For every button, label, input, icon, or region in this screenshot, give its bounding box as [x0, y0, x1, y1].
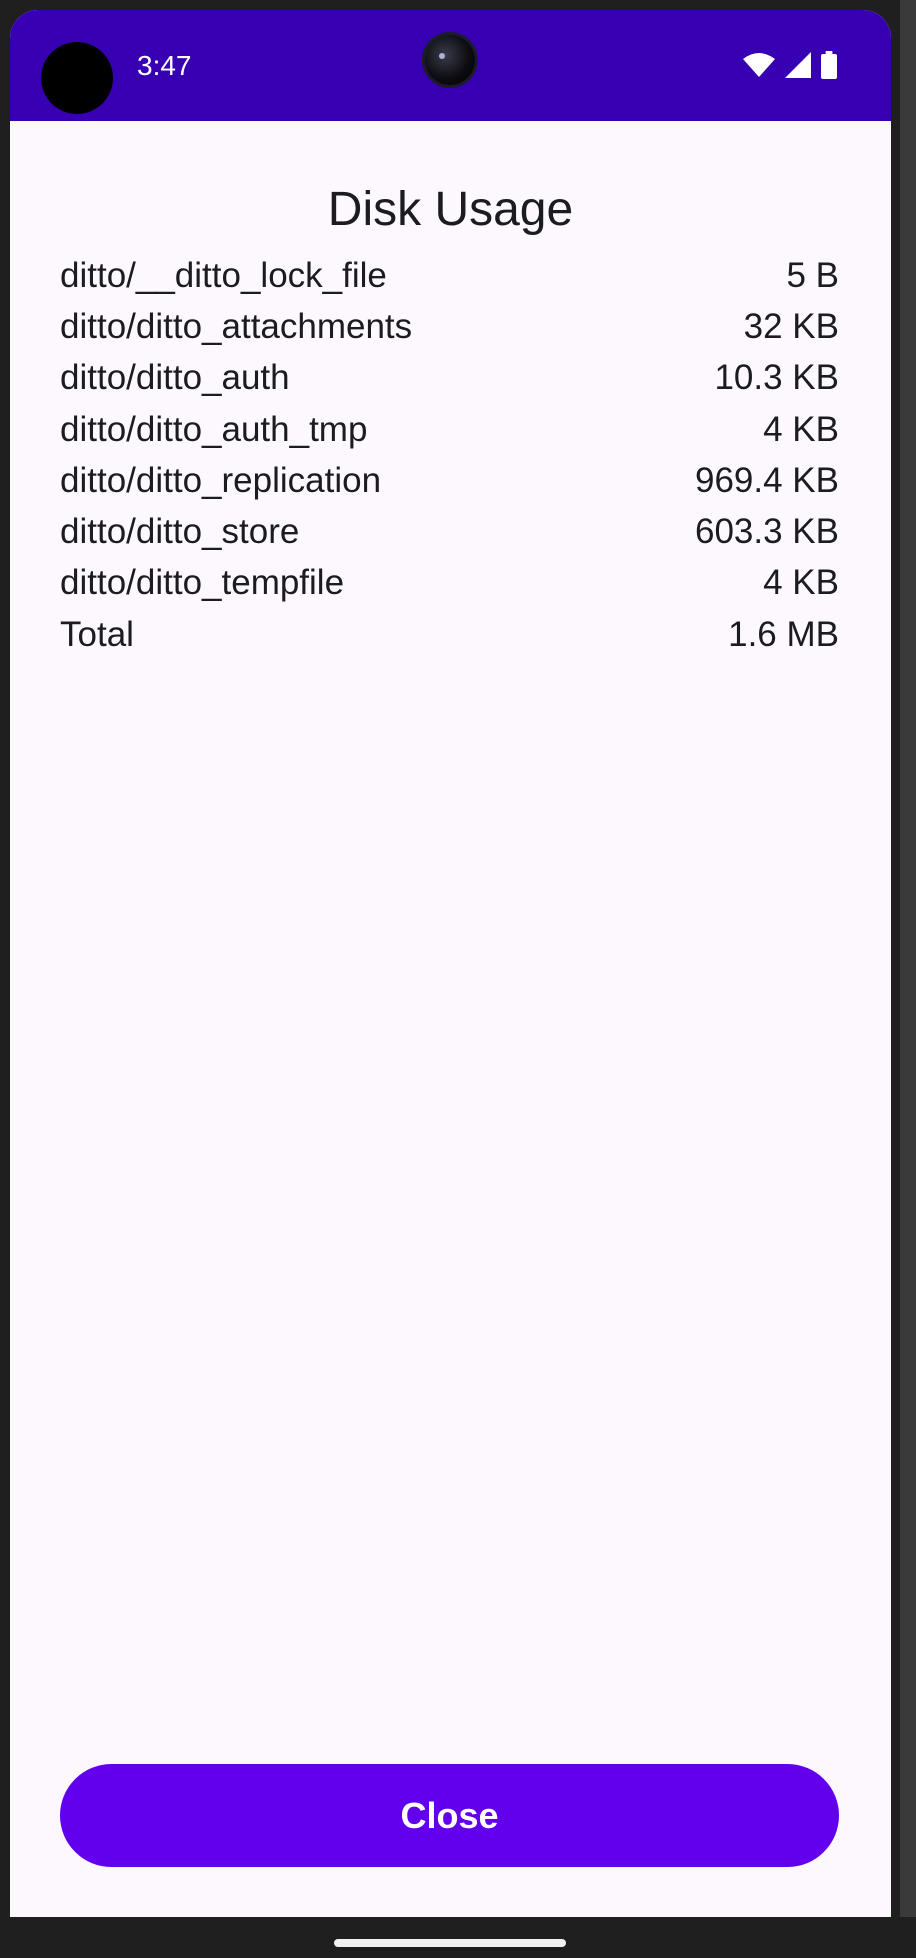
entry-name: ditto/ditto_replication	[60, 460, 382, 500]
entry-name: ditto/ditto_auth	[60, 358, 290, 398]
list-item: ditto/ditto_tempfile 4 KB	[60, 558, 839, 609]
list-item: ditto/ditto_attachments 32 KB	[60, 301, 839, 352]
entry-name: ditto/ditto_store	[60, 512, 300, 552]
wifi-icon	[743, 53, 775, 77]
list-item: ditto/ditto_replication 969.4 KB	[60, 455, 839, 506]
status-bar: 3:47	[10, 10, 891, 121]
total-size: 1.6 MB	[728, 614, 839, 654]
entry-size: 4 KB	[763, 563, 839, 603]
entry-size: 969.4 KB	[695, 460, 839, 500]
list-item: ditto/ditto_auth 10.3 KB	[60, 353, 839, 404]
home-gesture-handle[interactable]	[334, 1939, 566, 1947]
battery-icon	[821, 51, 837, 79]
entry-size: 4 KB	[763, 409, 839, 449]
screen: 3:47 Disk Usage ditto/__ditto_lock_file …	[10, 10, 891, 1917]
dialog-title: Disk Usage	[327, 183, 574, 236]
entry-size: 10.3 KB	[714, 358, 839, 398]
display-cutout	[41, 42, 113, 114]
list-item: ditto/ditto_auth_tmp 4 KB	[60, 404, 839, 455]
total-row: Total 1.6 MB	[60, 609, 839, 660]
device-edge	[900, 0, 916, 1958]
total-label: Total	[60, 614, 134, 654]
entry-size: 603.3 KB	[695, 512, 839, 552]
close-button[interactable]: Close	[60, 1764, 839, 1867]
entry-name: ditto/ditto_auth_tmp	[60, 409, 368, 449]
status-time: 3:47	[137, 50, 192, 81]
entry-name: ditto/__ditto_lock_file	[60, 255, 387, 295]
status-icons	[743, 50, 837, 80]
entry-name: ditto/ditto_tempfile	[60, 563, 345, 603]
front-camera	[425, 35, 475, 85]
list-item: ditto/__ditto_lock_file 5 B	[60, 250, 839, 301]
navigation-area	[0, 1917, 916, 1958]
list-item: ditto/ditto_store 603.3 KB	[60, 506, 839, 557]
camera-glint	[439, 53, 445, 59]
entry-name: ditto/ditto_attachments	[60, 306, 413, 346]
cellular-signal-icon	[785, 52, 811, 78]
device-frame: 3:47 Disk Usage ditto/__ditto_lock_file …	[0, 0, 916, 1958]
entry-size: 32 KB	[743, 306, 839, 346]
disk-usage-list: ditto/__ditto_lock_file 5 B ditto/ditto_…	[60, 250, 839, 660]
entry-size: 5 B	[786, 255, 839, 295]
